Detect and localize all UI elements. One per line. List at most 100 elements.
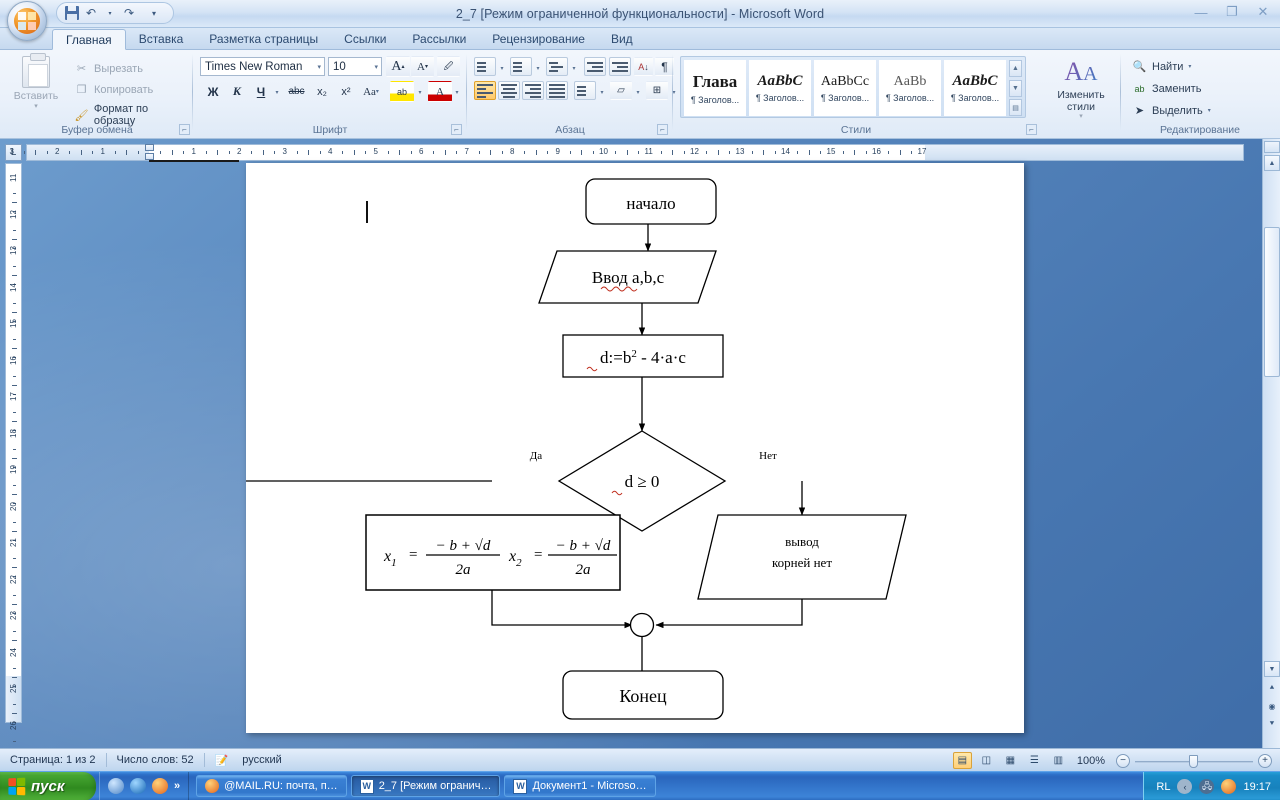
scroll-down-button[interactable]: ▼ (1264, 661, 1280, 677)
document-page[interactable]: начало Ввод a,b,c d:=b2 - 4·a·c d ≥ 0 Да… (246, 163, 1024, 733)
highlight-dropdown-icon[interactable]: ▾ (415, 82, 425, 103)
align-right-button[interactable] (522, 81, 544, 100)
clock[interactable]: 19:17 (1243, 781, 1271, 793)
bullets-dropdown-icon[interactable]: ▾ (497, 58, 507, 79)
zoom-slider-thumb[interactable] (1189, 754, 1198, 768)
outline-view-button[interactable]: ☰ (1025, 752, 1044, 769)
copy-button[interactable]: ❐ Копировать (74, 82, 154, 97)
align-center-button[interactable] (498, 81, 520, 100)
styles-dialog-launcher[interactable]: ⌐ (1026, 124, 1037, 135)
customize-qat-icon[interactable]: ▾ (146, 5, 162, 21)
select-button[interactable]: ➤ Выделить ▾ (1132, 103, 1211, 118)
office-button[interactable] (7, 1, 47, 41)
show-desktop-icon[interactable] (108, 778, 124, 794)
clear-formatting-button[interactable]: 🖉 (437, 56, 460, 77)
undo-icon[interactable]: ↶ (83, 5, 99, 21)
zoom-out-button[interactable]: − (1116, 753, 1130, 768)
hanging-indent-marker[interactable] (145, 153, 154, 160)
styles-scroll-down-icon[interactable]: ▼ (1009, 79, 1022, 97)
web-layout-view-button[interactable]: ▦ (1001, 752, 1020, 769)
redo-icon[interactable]: ↷ (121, 5, 137, 21)
change-case-button[interactable]: Aa ▾ (359, 81, 383, 102)
strikethrough-button[interactable]: abc (284, 81, 309, 102)
close-button[interactable]: ✕ (1252, 3, 1274, 21)
numbering-dropdown-icon[interactable]: ▾ (533, 58, 543, 79)
quick-launch-overflow-icon[interactable]: » (174, 780, 180, 792)
styles-more-icon[interactable]: ▤ (1009, 99, 1022, 116)
font-color-dropdown-icon[interactable]: ▾ (452, 82, 462, 103)
language-indicator[interactable]: русский (232, 754, 291, 766)
tray-expand-icon[interactable]: ‹ (1177, 779, 1193, 794)
vertical-ruler[interactable]: 11 12 13 14 15 16 17 18 19 20 21 22 23 24 25 26 (5, 163, 22, 760)
taskbar-item-word-document1[interactable]: Документ1 - Microso… (504, 775, 656, 797)
word-count[interactable]: Число слов: 52 (107, 754, 204, 766)
tab-view[interactable]: Вид (598, 29, 646, 50)
next-page-button[interactable]: ⯆ (1265, 717, 1279, 731)
media-player-icon[interactable] (152, 778, 168, 794)
language-bar[interactable]: RL (1156, 781, 1170, 793)
multilevel-dropdown-icon[interactable]: ▾ (569, 58, 579, 79)
change-styles-button[interactable]: AA Изменить стили ▾ (1050, 58, 1112, 121)
tab-references[interactable]: Ссылки (331, 29, 399, 50)
line-spacing-button[interactable] (574, 81, 596, 100)
style-item[interactable]: AaBbCc ¶ Заголов... (814, 60, 876, 116)
underline-button[interactable]: Ч (250, 81, 272, 102)
cut-button[interactable]: ✂ Вырезать (74, 61, 143, 76)
restore-button[interactable]: ❐ (1221, 3, 1243, 21)
subscript-button[interactable]: x₂ (311, 81, 333, 102)
find-button[interactable]: 🔍 Найти ▾ (1132, 59, 1192, 74)
minimize-button[interactable]: — (1190, 3, 1212, 21)
numbering-button[interactable] (510, 57, 532, 76)
font-name-combo[interactable]: Times New Roman ▾ (200, 57, 325, 76)
split-window-handle[interactable] (1264, 141, 1280, 153)
page-indicator[interactable]: Страница: 1 из 2 (0, 754, 106, 766)
shading-dropdown-icon[interactable]: ▾ (633, 82, 643, 103)
select-browse-object-button[interactable]: ◉ (1265, 699, 1279, 713)
clipboard-dialog-launcher[interactable]: ⌐ (179, 124, 190, 135)
align-left-button[interactable] (474, 81, 496, 100)
tab-review[interactable]: Рецензирование (479, 29, 598, 50)
network-icon[interactable]: 🖧 (1199, 779, 1215, 794)
taskbar-item-mail[interactable]: @MAIL.RU: почта, п… (196, 775, 347, 797)
shading-button[interactable]: ▱ (610, 81, 632, 100)
style-item[interactable]: AaBbC ¶ Заголов... (749, 60, 811, 116)
undo-dropdown-icon[interactable]: ▾ (102, 5, 118, 21)
draft-view-button[interactable]: ▥ (1049, 752, 1068, 769)
font-color-button[interactable]: A (428, 81, 452, 102)
superscript-button[interactable]: x² (335, 81, 357, 102)
font-dialog-launcher[interactable]: ⌐ (451, 124, 462, 135)
bold-button[interactable]: Ж (202, 81, 224, 102)
paste-button[interactable]: Вставить ▾ (10, 53, 62, 120)
font-size-combo[interactable]: 10 ▾ (328, 57, 382, 76)
print-layout-view-button[interactable]: ▤ (952, 752, 972, 769)
styles-gallery-scrollbar[interactable]: ▲ ▼ ▤ (1009, 60, 1022, 116)
style-item[interactable]: AaBbC ¶ Заголов... (944, 60, 1006, 116)
grow-font-button[interactable]: A ▴ (386, 56, 410, 77)
justify-button[interactable] (546, 81, 568, 100)
sort-button[interactable]: A ↓ (634, 57, 653, 76)
text-highlight-button[interactable]: ab (390, 81, 414, 102)
style-item[interactable]: AaBb ¶ Заголов... (879, 60, 941, 116)
antivirus-icon[interactable] (1221, 779, 1237, 794)
styles-scroll-up-icon[interactable]: ▲ (1009, 60, 1022, 77)
first-line-indent-marker[interactable] (145, 144, 154, 151)
internet-explorer-icon[interactable] (130, 778, 146, 794)
zoom-in-button[interactable]: + (1258, 753, 1272, 768)
tab-page-layout[interactable]: Разметка страницы (196, 29, 331, 50)
underline-dropdown-icon[interactable]: ▾ (272, 82, 282, 103)
scroll-up-button[interactable]: ▲ (1264, 155, 1280, 171)
borders-button[interactable]: ⊞ (646, 81, 668, 100)
shrink-font-button[interactable]: A ▾ (411, 56, 434, 77)
start-button[interactable]: пуск (0, 771, 96, 800)
previous-page-button[interactable]: ⯅ (1265, 681, 1279, 695)
increase-indent-button[interactable] (609, 57, 631, 76)
zoom-level[interactable]: 100% (1073, 755, 1111, 767)
line-spacing-dropdown-icon[interactable]: ▾ (597, 82, 607, 103)
save-icon[interactable] (64, 5, 80, 21)
paragraph-dialog-launcher[interactable]: ⌐ (657, 124, 668, 135)
tab-home[interactable]: Главная (52, 29, 126, 50)
vertical-scrollbar[interactable]: ▲ ▼ ⯅ ◉ ⯆ (1262, 139, 1280, 748)
zoom-slider[interactable] (1135, 754, 1253, 768)
tab-insert[interactable]: Вставка (126, 29, 197, 50)
spellcheck-icon[interactable]: 📝 (205, 754, 233, 767)
